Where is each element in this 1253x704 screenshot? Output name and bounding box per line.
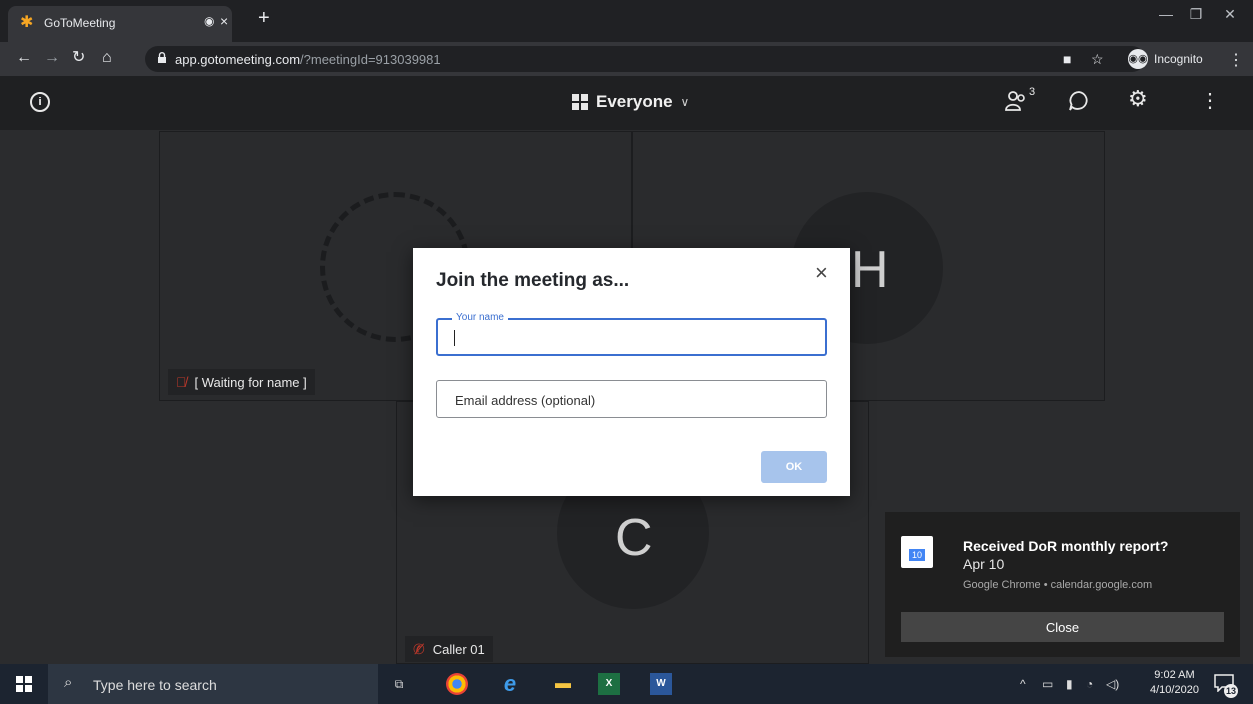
incognito-icon: ◉◉ [1128,49,1148,69]
lock-icon [158,52,166,63]
bookmark-star-icon[interactable]: ☆ [1091,51,1104,68]
url-path: /?meetingId=913039981 [300,52,441,67]
notification-source: Google Chrome • calendar.google.com [963,579,1153,591]
address-bar[interactable]: app.gotomeeting.com/?meetingId=913039981… [145,46,1145,72]
view-selector[interactable]: Everyone ∨ [572,92,689,112]
notification-close-button[interactable]: Close [901,612,1224,642]
back-arrow-icon[interactable]: ← [16,49,32,67]
wifi-icon[interactable]: ◔ [1086,677,1093,691]
settings-gear-icon[interactable]: ⚙ [1128,86,1148,112]
ok-button[interactable]: OK [761,451,827,483]
email-input[interactable] [455,391,815,409]
forward-arrow-icon[interactable]: → [44,49,60,67]
meeting-header: i Everyone ∨ 3 ⚙ ⋮ [0,76,1253,130]
gotomeeting-favicon-icon: ✱ [20,14,34,31]
action-center-icon[interactable]: 13 [1214,674,1238,698]
browser-titlebar: ✱ GoToMeeting ◉ × + — ❐ ✕ [0,0,1253,42]
clock-date: 4/10/2020 [1150,684,1199,696]
notification-count-badge: 13 [1224,684,1238,698]
window-close-icon[interactable]: ✕ [1210,6,1250,23]
task-view-icon[interactable]: ⧉ [388,673,410,695]
volume-icon[interactable]: ◁) [1106,677,1119,691]
clock-time: 9:02 AM [1154,669,1195,681]
join-meeting-dialog: Join the meeting as... × Your name OK [413,248,850,496]
edge-icon[interactable]: e [499,673,521,695]
name-input[interactable] [452,328,812,346]
taskbar-clock[interactable]: 9:02 AM 4/10/2020 [1150,668,1199,698]
word-icon[interactable]: W [650,673,672,695]
avatar-letter: C [615,509,653,567]
file-explorer-icon[interactable]: ▬ [552,673,574,695]
participant-name-tag: ✆̸ Caller 01 [405,636,493,662]
chrome-menu-icon[interactable]: ⋮ [1228,50,1244,70]
view-label: Everyone [596,92,673,111]
muted-mic-icon: 🎙̸ [176,374,187,390]
search-placeholder: Type here to search [93,677,217,693]
search-icon: ⌕ [64,674,73,691]
taskbar-search[interactable]: ⌕ Type here to search [48,664,378,704]
attendees-icon[interactable] [1005,88,1029,114]
close-icon[interactable]: × [815,262,828,284]
participant-name: Caller 01 [432,641,485,657]
avatar-letter: H [851,241,889,299]
name-field[interactable]: Your name [436,312,827,356]
incognito-label: Incognito [1154,52,1203,66]
phone-muted-icon: ✆̸ [413,640,425,657]
excel-icon[interactable]: X [598,673,620,695]
url-text: app.gotomeeting.com/?meetingId=913039981 [175,52,441,67]
new-tab-icon[interactable]: + [258,8,270,28]
url-host: app.gotomeeting.com [175,52,301,67]
participant-name-tag: 🎙̸ [ Waiting for name ] [168,369,315,395]
chrome-icon[interactable] [446,673,468,695]
calendar-day: 10 [909,549,925,561]
chevron-down-icon: ∨ [680,95,690,109]
incognito-indicator[interactable]: ◉◉ Incognito [1128,46,1203,72]
browser-tab[interactable]: ✱ GoToMeeting ◉ × [8,6,232,42]
name-field-label: Your name [452,312,508,323]
recording-indicator-icon: ◉ [204,14,215,28]
participant-name: [ Waiting for name ] [194,374,307,390]
info-icon[interactable]: i [30,92,50,112]
camera-icon[interactable]: ■ [1063,51,1071,67]
google-calendar-icon: 10 [901,536,933,568]
grid-view-icon [572,94,588,110]
email-field[interactable] [436,380,827,418]
windows-taskbar: ⌕ Type here to search ⧉ e ▬ X W ^ ▭ ▮ ◔ … [0,664,1253,704]
chevron-up-icon[interactable]: ^ [1020,677,1026,691]
participant-count: 3 [1029,86,1036,98]
notification-date: Apr 10 [963,556,1005,572]
reload-icon[interactable]: ↻ [72,49,85,67]
chat-icon[interactable] [1068,90,1090,112]
home-icon[interactable]: ⌂ [102,49,112,67]
more-options-icon[interactable]: ⋮ [1200,88,1220,113]
microphone-icon[interactable]: ▮ [1066,677,1073,691]
notification-title: Received DoR monthly report? [963,538,1169,554]
calendar-notification[interactable]: 10 Received DoR monthly report? Apr 10 G… [885,512,1240,657]
browser-toolbar: ← → ↻ ⌂ app.gotomeeting.com/?meetingId=9… [0,42,1253,76]
battery-icon[interactable]: ▭ [1042,677,1053,691]
tab-title: GoToMeeting [44,16,116,30]
windows-start-icon[interactable] [16,676,32,692]
dialog-title: Join the meeting as... [436,270,630,291]
tab-close-icon[interactable]: × [220,14,228,28]
